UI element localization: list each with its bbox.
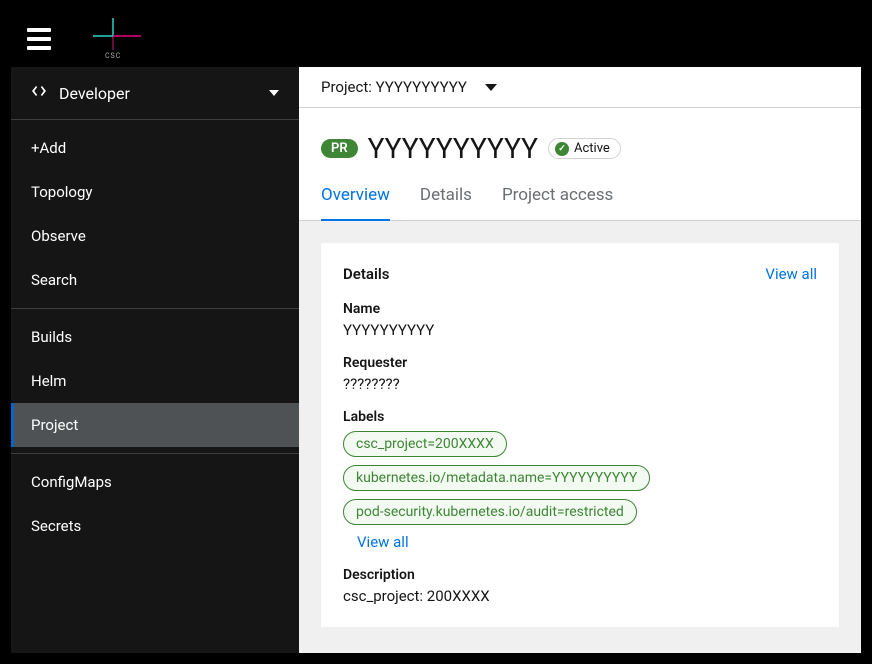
csc-logo[interactable]: CSC — [75, 18, 145, 60]
status-label: Active — [574, 141, 610, 156]
description-label: Description — [343, 567, 817, 583]
hamburger-menu-button[interactable] — [19, 20, 59, 58]
status-badge: Active — [548, 138, 621, 159]
sidebar-item-search[interactable]: Search — [11, 258, 299, 302]
labels-label: Labels — [343, 409, 817, 425]
labels-view-all-link[interactable]: View all — [357, 533, 409, 551]
sidebar: Developer +AddTopologyObserveSearch Build… — [11, 67, 299, 653]
project-selector-label: Project: YYYYYYYYYY — [321, 78, 467, 96]
tab-bar: Overview Details Project access — [299, 165, 861, 221]
check-circle-icon — [555, 142, 569, 156]
name-value: YYYYYYYYYY — [343, 321, 817, 339]
description-value: csc_project: 200XXXX — [343, 587, 817, 605]
requester-label: Requester — [343, 355, 817, 371]
tab-overview[interactable]: Overview — [321, 185, 390, 221]
svg-text:CSC: CSC — [105, 52, 121, 60]
topbar: CSC — [11, 11, 861, 67]
label-chip[interactable]: kubernetes.io/metadata.name=YYYYYYYYYY — [343, 465, 650, 491]
sidebar-item-secrets[interactable]: Secrets — [11, 504, 299, 548]
chevron-down-icon — [269, 90, 279, 96]
project-header: PR YYYYYYYYYY Active — [299, 108, 861, 165]
sidebar-item-add[interactable]: +Add — [11, 126, 299, 170]
tab-details[interactable]: Details — [420, 185, 472, 221]
sidebar-item-helm[interactable]: Helm — [11, 359, 299, 403]
code-icon — [31, 83, 47, 103]
view-all-link[interactable]: View all — [765, 265, 817, 283]
requester-value: ???????? — [343, 375, 817, 393]
project-selector[interactable]: Project: YYYYYYYYYY — [299, 67, 861, 108]
label-chip[interactable]: csc_project=200XXXX — [343, 431, 507, 457]
sidebar-item-project[interactable]: Project — [11, 403, 299, 447]
project-resource-badge: PR — [321, 139, 358, 158]
sidebar-item-configmaps[interactable]: ConfigMaps — [11, 460, 299, 504]
sidebar-item-topology[interactable]: Topology — [11, 170, 299, 214]
details-card: Details View all Name YYYYYYYYYY Request… — [321, 243, 839, 627]
card-title: Details — [343, 265, 389, 283]
label-chip[interactable]: pod-security.kubernetes.io/audit=restric… — [343, 499, 637, 525]
name-label: Name — [343, 301, 817, 317]
perspective-label: Developer — [59, 84, 130, 103]
main-content: Project: YYYYYYYYYY PR YYYYYYYYYY Active… — [299, 67, 861, 653]
sidebar-item-builds[interactable]: Builds — [11, 315, 299, 359]
tab-project-access[interactable]: Project access — [502, 185, 613, 221]
sidebar-item-observe[interactable]: Observe — [11, 214, 299, 258]
perspective-switcher[interactable]: Developer — [11, 67, 299, 119]
project-title: YYYYYYYYYY — [368, 132, 538, 165]
caret-down-icon — [485, 84, 497, 91]
